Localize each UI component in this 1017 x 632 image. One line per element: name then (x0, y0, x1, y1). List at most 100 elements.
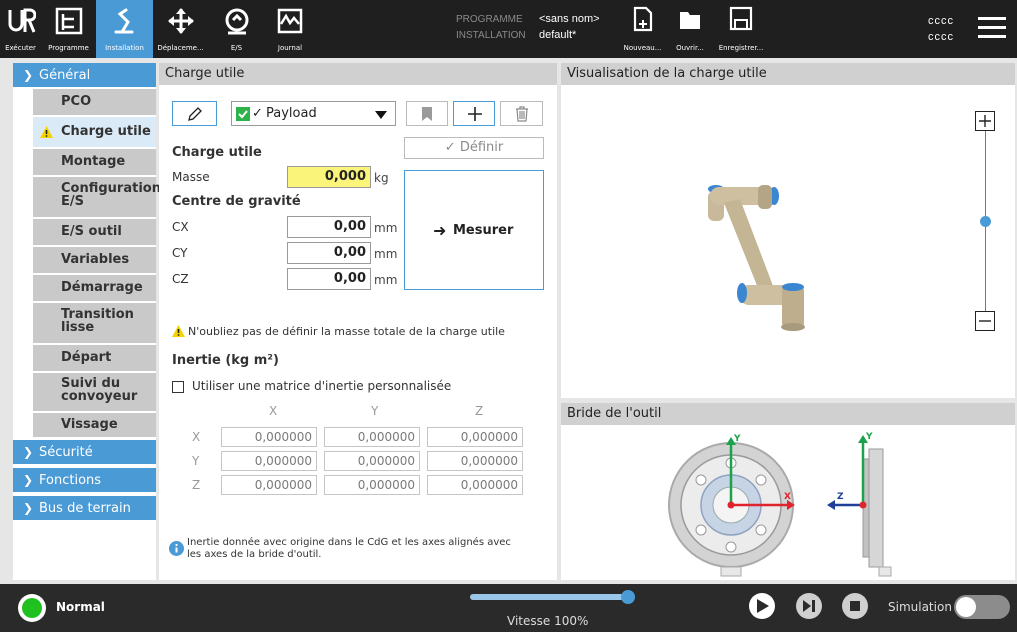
mass-input[interactable]: 0,000 (287, 166, 371, 188)
tab-log-label: Journal (277, 44, 303, 52)
sidebar-item-variables[interactable]: Variables (33, 247, 156, 273)
cx-input[interactable]: 0,00 (287, 216, 371, 238)
matrix-row-z: Z (192, 478, 201, 492)
inertia-zz[interactable]: 0,000000 (427, 475, 523, 495)
cog-label: Centre de gravité (172, 194, 301, 209)
program-tree-icon (55, 7, 82, 35)
payload-section-label: Charge utile (172, 145, 262, 160)
sidebar-section-general[interactable]: ❯ Général (13, 63, 156, 87)
sidebar-item-vissage[interactable]: Vissage (33, 413, 156, 437)
tab-io-label: E/S (230, 44, 243, 52)
tab-run-label: Exécuter (5, 44, 36, 52)
custom-matrix-checkbox[interactable] (172, 381, 184, 393)
stop-icon (850, 601, 860, 611)
save-button[interactable]: Enregistrer... (712, 0, 770, 58)
sidebar-item-transition-lisse[interactable]: Transition lisse (33, 303, 156, 343)
chevron-down-icon (375, 111, 387, 119)
flange-axis-y-label: Y (733, 434, 741, 444)
inertia-zx[interactable]: 0,000000 (221, 475, 317, 495)
delete-payload-button[interactable] (500, 101, 543, 126)
cz-input[interactable]: 0,00 (287, 268, 371, 290)
zoom-slider-knob[interactable] (980, 216, 991, 227)
sidebar-item-charge-utile[interactable]: Charge utile (33, 117, 156, 147)
step-button[interactable] (796, 593, 822, 619)
stop-button[interactable] (842, 593, 868, 619)
user-line-2: cccc (928, 31, 954, 43)
inertia-xz[interactable]: 0,000000 (427, 427, 523, 447)
installation-name: default* (539, 29, 577, 41)
log-chart-icon (277, 8, 303, 34)
measure-button[interactable]: ➜ Mesurer (404, 170, 544, 290)
bookmark-button[interactable] (406, 101, 448, 126)
open-label: Ouvrir... (676, 44, 704, 52)
zoom-in-button[interactable] (975, 111, 995, 131)
bookmark-icon (422, 107, 432, 121)
edit-payload-button[interactable] (172, 101, 217, 126)
inertia-xy[interactable]: 0,000000 (324, 427, 420, 447)
step-icon (803, 600, 815, 612)
trash-icon (515, 106, 528, 122)
sidebar-item-label: Variables (61, 252, 130, 267)
payload-select[interactable]: ✓ Payload (231, 101, 396, 126)
robot-arm-3d-view[interactable] (696, 173, 826, 333)
inertia-zy[interactable]: 0,000000 (324, 475, 420, 495)
cx-unit: mm (374, 221, 398, 235)
inertia-yy[interactable]: 0,000000 (324, 451, 420, 471)
zoom-out-button[interactable] (975, 311, 995, 331)
sidebar-section-fonctions[interactable]: ❯ Fonctions (13, 468, 156, 492)
inertia-yz[interactable]: 0,000000 (427, 451, 523, 471)
active-check-icon (236, 107, 250, 121)
sidebar-item-suivi-convoyeur[interactable]: Suivi du convoyeur (33, 373, 156, 411)
sidebar-section-label: Sécurité (39, 445, 93, 460)
mass-label: Masse (172, 170, 210, 184)
sidebar-item-label: Configuration E/S (61, 181, 161, 209)
cy-unit: mm (374, 247, 398, 261)
custom-matrix-label: Utiliser une matrice d'inertie personnal… (192, 379, 452, 393)
matrix-col-z: Z (475, 404, 484, 418)
matrix-row-x: X (192, 430, 201, 444)
status-indicator[interactable] (18, 594, 46, 622)
define-button[interactable]: ✓ Définir (404, 137, 544, 159)
tab-installation[interactable]: Installation (96, 0, 153, 58)
sidebar-item-pco[interactable]: PCO (33, 89, 156, 115)
inertia-xx[interactable]: 0,000000 (221, 427, 317, 447)
add-payload-button[interactable] (453, 101, 495, 126)
folder-icon (680, 12, 700, 29)
tab-move[interactable]: Déplaceme... (153, 0, 208, 58)
tab-log[interactable]: Journal (265, 0, 315, 58)
play-button[interactable] (749, 593, 775, 619)
hamburger-menu-icon[interactable] (978, 17, 1006, 39)
sidebar-section-securite[interactable]: ❯ Sécurité (13, 440, 156, 464)
new-file-button[interactable]: Nouveau... (620, 0, 665, 58)
play-icon (757, 599, 769, 613)
open-button[interactable]: Ouvrir... (670, 0, 710, 58)
speed-slider-track[interactable] (470, 590, 635, 604)
installation-robot-icon (114, 8, 133, 34)
sidebar-item-montage[interactable]: Montage (33, 149, 156, 175)
tab-io[interactable]: E/S (208, 0, 265, 58)
inertia-yx[interactable]: 0,000000 (221, 451, 317, 471)
simulation-toggle[interactable] (954, 595, 1010, 619)
cy-input[interactable]: 0,00 (287, 242, 371, 264)
sidebar-item-configuration-es[interactable]: Configuration E/S (33, 177, 161, 217)
sidebar-item-label: Montage (61, 154, 126, 169)
sidebar-item-depart[interactable]: Départ (33, 345, 156, 371)
status-footer: Normal Vitesse 100% Simulation (0, 584, 1017, 632)
cz-label: CZ (172, 272, 189, 286)
tab-program[interactable]: Programme (41, 0, 96, 58)
simulation-toggle-knob (956, 597, 976, 617)
new-file-label: Nouveau... (623, 44, 662, 52)
sidebar-item-demarrage[interactable]: Démarrage (33, 275, 156, 301)
sidebar-item-es-outil[interactable]: E/S outil (33, 219, 156, 245)
matrix-col-y: Y (371, 404, 379, 418)
sidebar-section-bus-terrain[interactable]: ❯ Bus de terrain (13, 496, 156, 520)
check-mark-icon: ✓ (252, 106, 263, 121)
simulation-label: Simulation (888, 600, 952, 614)
sidebar-item-label: Transition lisse (61, 307, 134, 335)
speed-slider-knob[interactable] (621, 590, 635, 604)
sidebar-item-label: Démarrage (61, 280, 143, 295)
flange-title: Bride de l'outil (561, 403, 1015, 425)
info-icon (169, 541, 184, 556)
sidebar-section-general-label: Général (39, 68, 91, 83)
tab-run[interactable]: Exécuter (0, 0, 41, 58)
